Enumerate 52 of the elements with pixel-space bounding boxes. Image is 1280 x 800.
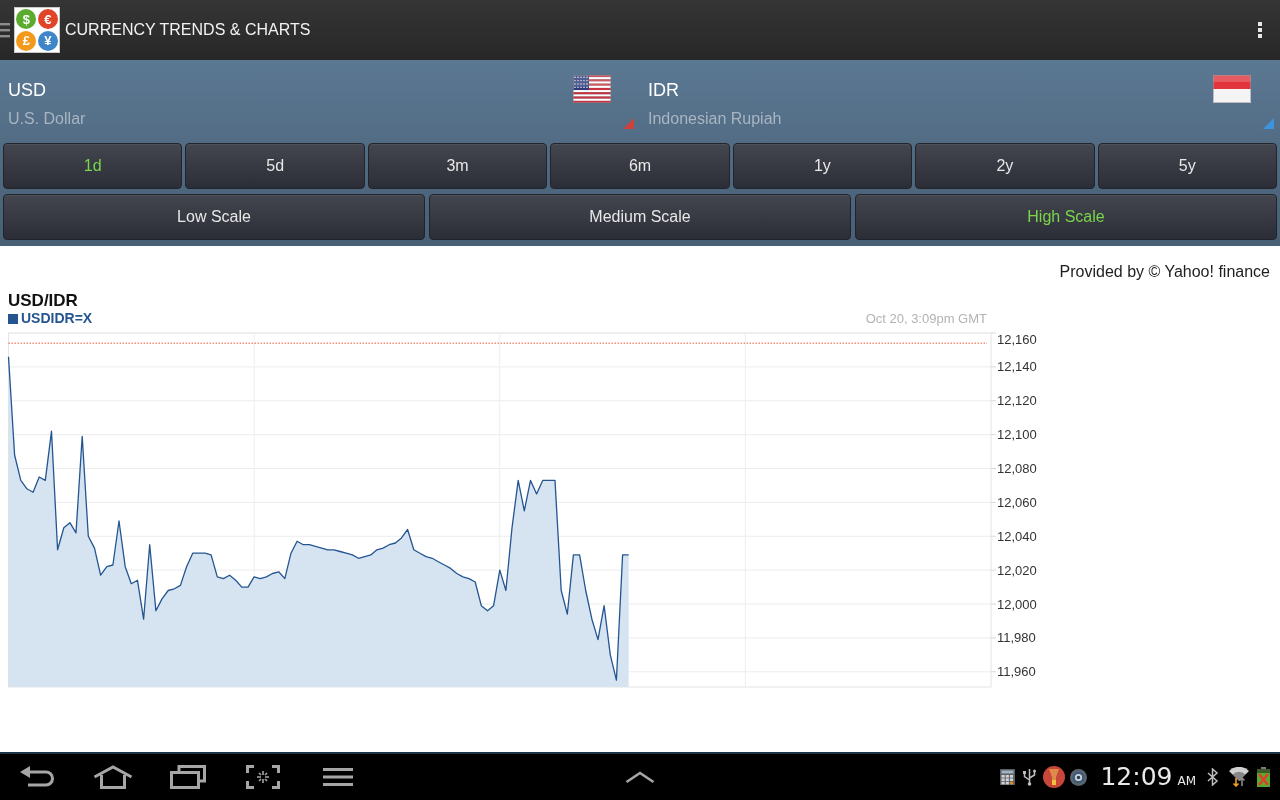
period-tab[interactable]: 2y [915,143,1095,189]
period-tab[interactable]: 5d [185,143,365,189]
y-axis-label: 12,080 [997,461,1037,476]
chart-title: USD/IDR [8,292,78,310]
period-tab[interactable]: 3m [367,143,548,189]
calculator-icon[interactable] [1000,769,1016,785]
clock-period: AM [1177,774,1196,788]
recent-apps-icon[interactable] [169,765,206,789]
period-tab[interactable]: 5y [1097,143,1277,189]
currency-coin: $ [16,9,37,30]
y-axis-label: 12,020 [997,562,1037,578]
y-axis-label: 11,980 [997,630,1036,646]
menu-icon[interactable] [322,767,353,787]
y-axis-label: 12,000 [997,596,1037,612]
usb-icon[interactable] [1023,768,1037,786]
clock-time: 12:09 [1100,762,1173,792]
caret-up-icon[interactable] [625,770,655,784]
y-axis-label: 12,040 [997,528,1037,544]
currency-coin: ¥ [37,30,58,51]
app-logo[interactable]: $ € £ ¥ [14,7,60,53]
period-tab[interactable]: 6m [550,143,730,189]
scale-tab[interactable]: Medium Scale [429,194,851,240]
y-axis-label: 12,100 [997,427,1037,443]
torch-app-icon[interactable] [1043,766,1066,788]
wifi-icon[interactable] [1228,767,1250,787]
bluetooth-icon[interactable] [1206,768,1219,786]
y-axis-label: 12,060 [997,494,1037,510]
battery-icon[interactable] [1257,767,1270,787]
y-axis-label: 11,960 [997,664,1036,680]
flag-icon [1213,75,1251,103]
disc-icon[interactable] [1070,768,1088,786]
legend-label: USDIDR=X [21,311,93,326]
home-icon[interactable] [92,765,133,789]
back-icon[interactable] [19,766,56,788]
app-title: CURRENCY TRENDS & CHARTS [65,20,312,40]
currency-coin: € [37,9,58,30]
flag-icon [573,75,611,103]
currency-code[interactable]: IDR [648,79,679,101]
chart-timestamp: Oct 20, 3:09pm GMT [865,311,987,326]
currency-coin: £ [16,30,37,51]
scale-tab[interactable]: High Scale [855,194,1277,240]
y-axis-label: 12,160 [997,331,1037,347]
period-tab[interactable]: 1y [732,143,913,189]
y-axis-label: 12,120 [997,393,1037,409]
screenshot-icon[interactable] [245,765,280,789]
overflow-menu-icon[interactable] [1258,22,1262,38]
attribution-text: Provided by © Yahoo! finance [1059,263,1270,280]
currency-code[interactable]: USD [8,79,46,101]
period-tab[interactable]: 1d [3,143,183,189]
y-axis-label: 12,140 [997,359,1037,375]
menu-icon[interactable] [0,22,10,38]
scale-tab[interactable]: Low Scale [3,194,425,240]
